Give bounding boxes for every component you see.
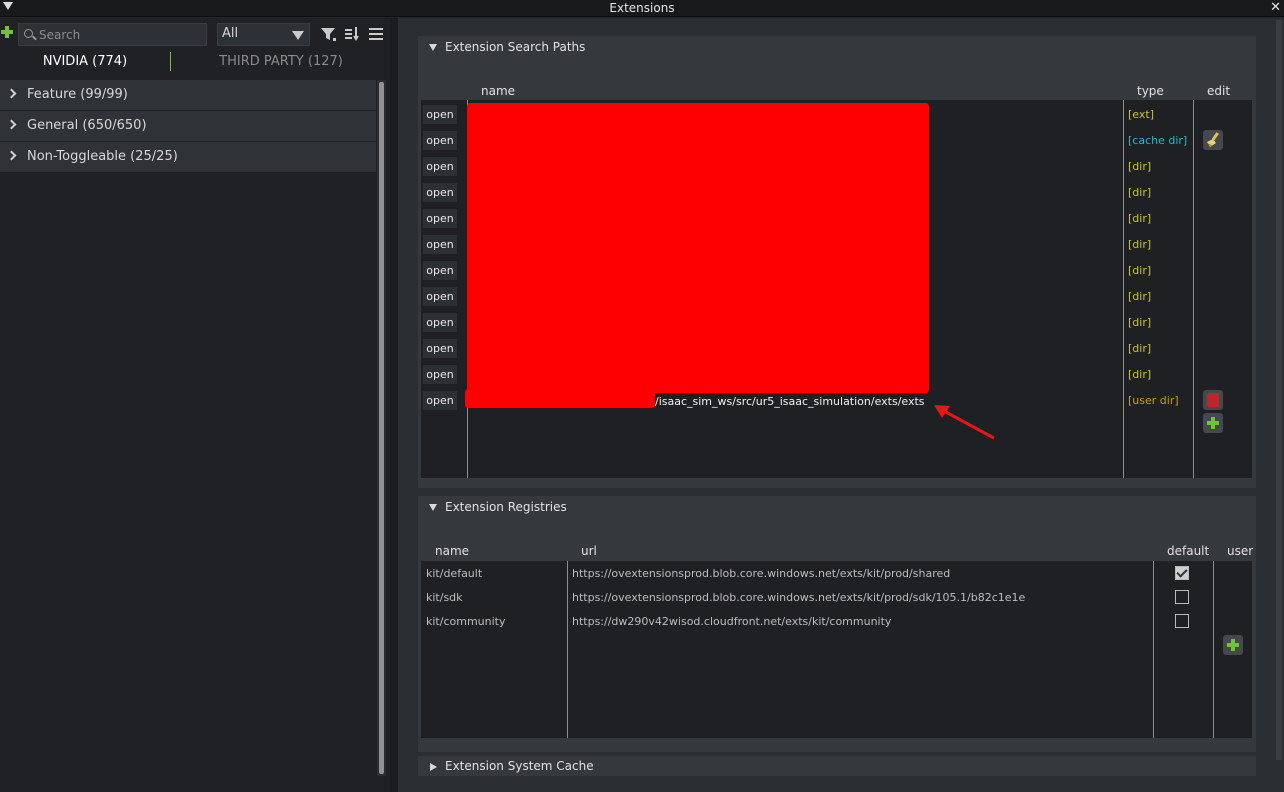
search-input[interactable] [39,26,199,43]
path-type-label: [dir] [1128,264,1152,277]
chevron-right-icon [6,88,17,99]
redacted-area [467,103,929,393]
path-type-label: [dir] [1128,212,1152,225]
extension-toolbar: All [0,18,390,48]
category-feature[interactable]: Feature (99/99) [0,80,376,111]
user-dir-path: /isaac_sim_ws/src/ur5_isaac_simulation/e… [655,395,925,408]
tab-third-party[interactable]: THIRD PARTY (127) [172,50,390,76]
redacted-area [465,389,655,408]
registry-default-checkbox[interactable] [1175,614,1189,628]
system-cache-section: Extension System Cache [418,756,1256,776]
window-titlebar: Extensions ✕ [0,0,1284,17]
search-box[interactable] [18,23,207,46]
path-type-label: [dir] [1128,290,1152,303]
column-header-edit: edit [1207,84,1231,98]
open-path-button[interactable]: open [423,235,457,254]
category-label: General (650/650) [27,118,147,133]
extension-source-tabs: NVIDIA (774) THIRD PARTY (127) [0,50,390,76]
registries-title: Extension Registries [445,500,567,514]
column-header-url: url [581,544,597,558]
open-path-button[interactable]: open [423,261,457,280]
broom-icon [1207,132,1219,147]
open-path-button[interactable]: open [423,105,457,124]
panel-splitter[interactable] [390,18,398,792]
annotation-arrow-icon [934,405,995,440]
path-type-label: [dir] [1128,186,1152,199]
tab-divider [170,52,171,71]
column-header-name: name [481,84,516,98]
column-divider [567,561,568,738]
chevron-right-icon [6,150,17,161]
registry-url: https://ovextensionsprod.blob.core.windo… [572,591,1026,604]
column-header-default: default [1167,544,1210,558]
path-type-label: [user dir] [1128,394,1179,407]
list-scrollbar-thumb[interactable] [379,82,384,774]
column-divider [1123,100,1124,478]
registry-name: kit/default [426,567,483,580]
open-path-button[interactable]: open [423,287,457,306]
system-cache-header[interactable]: Extension System Cache [418,756,1256,776]
filter-dropdown-value: All [222,26,239,41]
category-general[interactable]: General (650/650) [0,111,376,142]
column-divider [1153,561,1154,738]
registry-url: https://dw290v42wisod.cloudfront.net/ext… [572,615,892,628]
registry-default-checkbox[interactable] [1175,566,1189,580]
registries-header[interactable]: Extension Registries [418,496,1256,518]
add-search-path-button[interactable] [1203,413,1223,433]
tab-nvidia[interactable]: NVIDIA (774) [0,50,170,76]
column-header-registry-name: name [435,544,470,558]
column-divider [1213,561,1214,738]
collapse-triangle-icon [429,504,437,511]
registries-table [421,561,1252,738]
column-divider [1193,100,1194,478]
filter-icon[interactable] [320,26,336,42]
collapse-triangle-icon [429,44,437,51]
clean-cache-button[interactable] [1203,130,1223,150]
settings-scrollbar[interactable] [1276,20,1282,760]
path-type-label: [dir] [1128,316,1152,329]
category-label: Feature (99/99) [27,87,128,102]
category-label: Non-Toggleable (25/25) [27,149,178,164]
search-paths-title: Extension Search Paths [445,40,586,54]
category-non-toggleable[interactable]: Non-Toggleable (25/25) [0,142,376,173]
menu-list-icon[interactable] [368,26,384,42]
registry-url: https://ovextensionsprod.blob.core.windo… [572,567,951,580]
path-type-label: [ext] [1128,108,1154,121]
open-path-button[interactable]: open [423,339,457,358]
open-path-button[interactable]: open [423,209,457,228]
expand-triangle-icon [430,763,437,771]
open-path-button[interactable]: open [423,157,457,176]
category-list: Feature (99/99) General (650/650) Non-To… [0,80,376,173]
open-path-button[interactable]: open [423,391,457,410]
search-icon [24,29,33,38]
dropdown-arrow-icon [292,31,304,40]
path-type-label: [dir] [1128,238,1152,251]
add-registry-button[interactable] [1223,635,1243,655]
path-type-label: [dir] [1128,368,1152,381]
path-type-label: [dir] [1128,342,1152,355]
sort-icon[interactable] [344,26,360,42]
column-header-user: user [1227,544,1254,558]
chevron-right-icon [6,119,17,130]
open-path-button[interactable]: open [423,131,457,150]
open-path-button[interactable]: open [423,183,457,202]
close-icon[interactable]: ✕ [1270,0,1281,16]
extension-list-panel: All NVIDIA (774) THIRD PARTY (127) Featu… [0,18,390,792]
window-title: Extensions [609,1,675,15]
registry-name: kit/sdk [426,591,463,604]
open-path-button[interactable]: open [423,313,457,332]
filter-dropdown[interactable]: All [217,23,310,46]
system-cache-title: Extension System Cache [445,759,594,773]
path-type-label: [dir] [1128,160,1152,173]
remove-path-button[interactable] [1203,390,1223,410]
search-paths-header[interactable]: Extension Search Paths [418,36,1256,58]
add-extension-icon[interactable] [0,24,14,40]
open-path-button[interactable]: open [423,365,457,384]
registry-name: kit/community [426,615,506,628]
registry-default-checkbox[interactable] [1175,590,1189,604]
column-header-type: type [1137,84,1164,98]
path-type-label: [cache dir] [1128,134,1188,147]
